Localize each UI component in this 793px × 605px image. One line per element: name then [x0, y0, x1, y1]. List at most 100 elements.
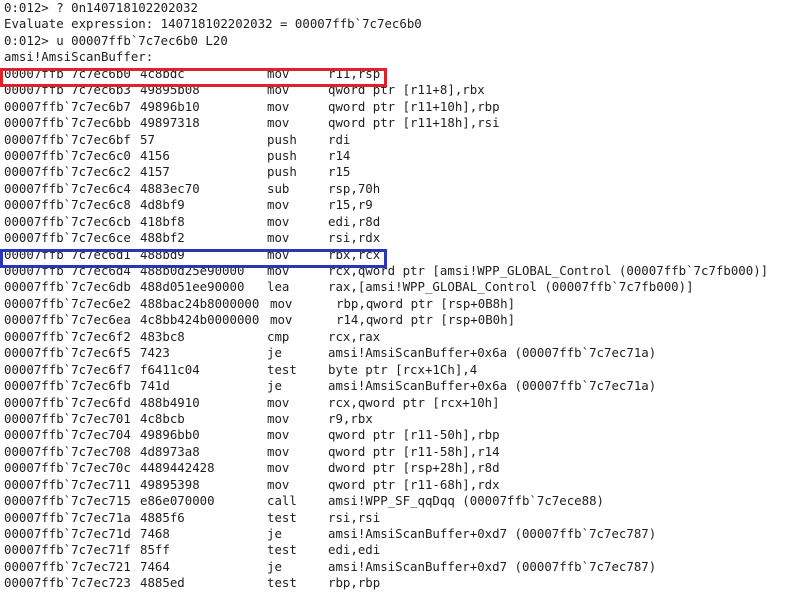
instruction-mnemonic: mov — [267, 98, 290, 114]
instruction-mnemonic: call — [267, 493, 297, 509]
console-line: Evaluate expression: 140718102202032 = 0… — [4, 16, 422, 32]
instruction-address: 00007ffb`7c7ec71d — [4, 526, 131, 541]
disassembly-row: 00007ffb`7c7ec6fd 488b4910 mov rcx,qword pt… — [0, 395, 793, 411]
instruction-bytes: 85ff — [140, 542, 170, 558]
instruction-operands: rsp,70h — [328, 180, 381, 196]
instruction-address: 00007ffb`7c7ec71a — [4, 509, 131, 525]
instruction-bytes: 49896b10 — [140, 98, 200, 114]
instruction-mnemonic: test — [267, 542, 297, 558]
disassembly-row: 00007ffb`7c7ec6db 488d051ee90000 lea rax,[a… — [0, 279, 793, 295]
instruction-operands: rax,[amsi!WPP_GLOBAL_Control (00007ffb`7… — [328, 279, 694, 295]
instruction-mnemonic: push — [267, 164, 297, 180]
instruction-operands: r14,qword ptr [rsp+0B0h] — [336, 312, 516, 328]
instruction-operands: amsi!WPP_SF_qqDqq (00007ffb`7c7ece88) — [328, 493, 605, 509]
disassembly-row: 00007ffb`7c7ec708 4d8973a8 mov qword ptr [r… — [0, 444, 793, 460]
disassembly-row: 00007ffb`7c7ec6ce 488bf2 mov rsi,rdx — [0, 230, 793, 246]
instruction-operands: qword ptr [r11+18h],rsi — [328, 115, 500, 131]
instruction-address: 00007ffb`7c7ec704 — [4, 427, 131, 443]
disassembly-row: 00007ffb`7c7ec6c0 4156 push r14 — [0, 148, 793, 164]
instruction-address: 00007ffb`7c7ec70c — [4, 460, 131, 476]
instruction-address: 00007ffb`7c7ec6c4 — [4, 180, 131, 196]
instruction-bytes: 4d8bf9 — [140, 197, 185, 213]
instruction-mnemonic: mov — [267, 410, 290, 426]
instruction-mnemonic: mov — [267, 197, 290, 213]
instruction-bytes: 4885ed — [140, 575, 185, 591]
disassembly-row: 00007ffb`7c7ec704 49896bb0 mov qword ptr [r… — [0, 427, 793, 443]
instruction-address: 00007ffb`7c7ec721 — [4, 558, 131, 574]
instruction-mnemonic: mov — [267, 213, 290, 229]
disassembly-row: 00007ffb`7c7ec6f7 f6411c04 test byte ptr [r… — [0, 362, 793, 378]
instruction-bytes: 741d — [140, 378, 170, 394]
instruction-operands: edi,r8d — [328, 213, 381, 229]
instruction-mnemonic: mov — [267, 246, 290, 262]
instruction-operands: rbp,rbp — [328, 575, 381, 591]
instruction-mnemonic: mov — [267, 230, 290, 246]
instruction-bytes: e86e070000 — [140, 493, 215, 509]
instruction-mnemonic: mov — [267, 427, 290, 443]
instruction-operands: amsi!AmsiScanBuffer+0xd7 (00007ffb`7c7ec… — [328, 526, 657, 541]
disassembly-row: 00007ffb`7c7ec701 4c8bcb mov r9,rbx — [0, 411, 793, 427]
instruction-bytes: 488b0d25e90000 — [140, 263, 245, 278]
instruction-bytes: 4157 — [140, 164, 170, 180]
instruction-address: 00007ffb`7c7ec6e2 — [4, 295, 131, 311]
instruction-address: 00007ffb`7c7ec6d1 — [4, 246, 131, 262]
disassembly-listing: 00007ffb`7c7ec6b0 4c8bdc mov r11,rsp 00007ff… — [0, 66, 793, 592]
instruction-bytes: 4885f6 — [140, 509, 185, 525]
console-line: 0:012> u 00007ffb`7c7ec6b0 L20 — [4, 32, 228, 48]
instruction-mnemonic: test — [267, 361, 297, 377]
disassembly-row: 00007ffb`7c7ec71d 7468 je amsi!AmsiScanBuff… — [0, 526, 793, 542]
instruction-bytes: 7464 — [140, 558, 170, 574]
instruction-operands: r14 — [328, 147, 351, 163]
disassembly-row: 00007ffb`7c7ec6b0 4c8bdc mov r11,rsp — [0, 66, 793, 82]
instruction-bytes: 4c8bdc — [140, 65, 185, 81]
instruction-address: 00007ffb`7c7ec6ea — [4, 312, 131, 328]
instruction-address: 00007ffb`7c7ec715 — [4, 493, 131, 509]
instruction-address: 00007ffb`7c7ec6b7 — [4, 98, 131, 114]
instruction-operands: amsi!AmsiScanBuffer+0x6a (00007ffb`7c7ec… — [328, 378, 657, 394]
instruction-bytes: 49895b08 — [140, 82, 200, 98]
instruction-mnemonic: mov — [267, 65, 290, 81]
instruction-address: 00007ffb`7c7ec6fb — [4, 378, 131, 394]
instruction-operands: qword ptr [r11-58h],r14 — [328, 443, 500, 459]
instruction-mnemonic: mov — [270, 312, 293, 328]
instruction-mnemonic: je — [267, 558, 282, 574]
instruction-address: 00007ffb`7c7ec6f5 — [4, 345, 131, 361]
instruction-mnemonic: je — [267, 378, 282, 394]
instruction-operands: r15 — [328, 164, 351, 180]
instruction-address: 00007ffb`7c7ec6b0 — [4, 65, 131, 81]
instruction-bytes: 4489442428 — [140, 460, 215, 476]
disassembly-row: 00007ffb`7c7ec6bf 57 push rdi — [0, 132, 793, 148]
instruction-address: 00007ffb`7c7ec723 — [4, 575, 131, 591]
debugger-console-output: 0:012> ? 0n140718102202032 Evaluate expr… — [0, 0, 793, 592]
disassembly-row: 00007ffb`7c7ec6bb 49897318 mov qword ptr [r… — [0, 115, 793, 131]
instruction-bytes: 418bf8 — [140, 213, 185, 229]
instruction-operands: rsi,rsi — [328, 509, 381, 525]
instruction-bytes: 4c8bb424b0000000 — [140, 312, 260, 328]
instruction-operands: rbp,qword ptr [rsp+0B8h] — [336, 295, 516, 311]
instruction-address: 00007ffb`7c7ec6f2 — [4, 328, 131, 344]
instruction-operands: byte ptr [rcx+1Ch],4 — [328, 361, 478, 377]
instruction-mnemonic: mov — [267, 394, 290, 410]
instruction-operands: qword ptr [r11-68h],rdx — [328, 476, 500, 492]
instruction-bytes: 483bc8 — [140, 328, 185, 344]
instruction-operands: rbx,rcx — [328, 246, 381, 262]
instruction-bytes: 4156 — [140, 147, 170, 163]
instruction-mnemonic: mov — [267, 82, 290, 98]
disassembly-row: 00007ffb`7c7ec71a 4885f6 test rsi,rsi — [0, 510, 793, 526]
instruction-address: 00007ffb`7c7ec6c0 — [4, 147, 131, 163]
disassembly-row: 00007ffb`7c7ec6ea 4c8bb424b0000000 mov r14,… — [0, 312, 793, 328]
instruction-bytes: 488d051ee90000 — [140, 279, 245, 295]
instruction-mnemonic: mov — [270, 295, 293, 311]
instruction-address: 00007ffb`7c7ec6c8 — [4, 197, 131, 213]
instruction-address: 00007ffb`7c7ec6c2 — [4, 164, 131, 180]
instruction-operands: qword ptr [r11-50h],rbp — [328, 427, 500, 443]
instruction-mnemonic: mov — [267, 443, 290, 459]
disassembly-row: 00007ffb`7c7ec715 e86e070000 call amsi!WPP_… — [0, 493, 793, 509]
instruction-bytes: 488b4910 — [140, 394, 200, 410]
instruction-mnemonic: je — [267, 345, 282, 361]
instruction-operands: amsi!AmsiScanBuffer+0x6a (00007ffb`7c7ec… — [328, 345, 657, 361]
disassembly-row: 00007ffb`7c7ec711 49895398 mov qword ptr [r… — [0, 477, 793, 493]
disassembly-row: 00007ffb`7c7ec6fb 741d je amsi!AmsiScanBuff… — [0, 378, 793, 394]
instruction-mnemonic: push — [267, 131, 297, 147]
instruction-mnemonic: mov — [267, 476, 290, 492]
